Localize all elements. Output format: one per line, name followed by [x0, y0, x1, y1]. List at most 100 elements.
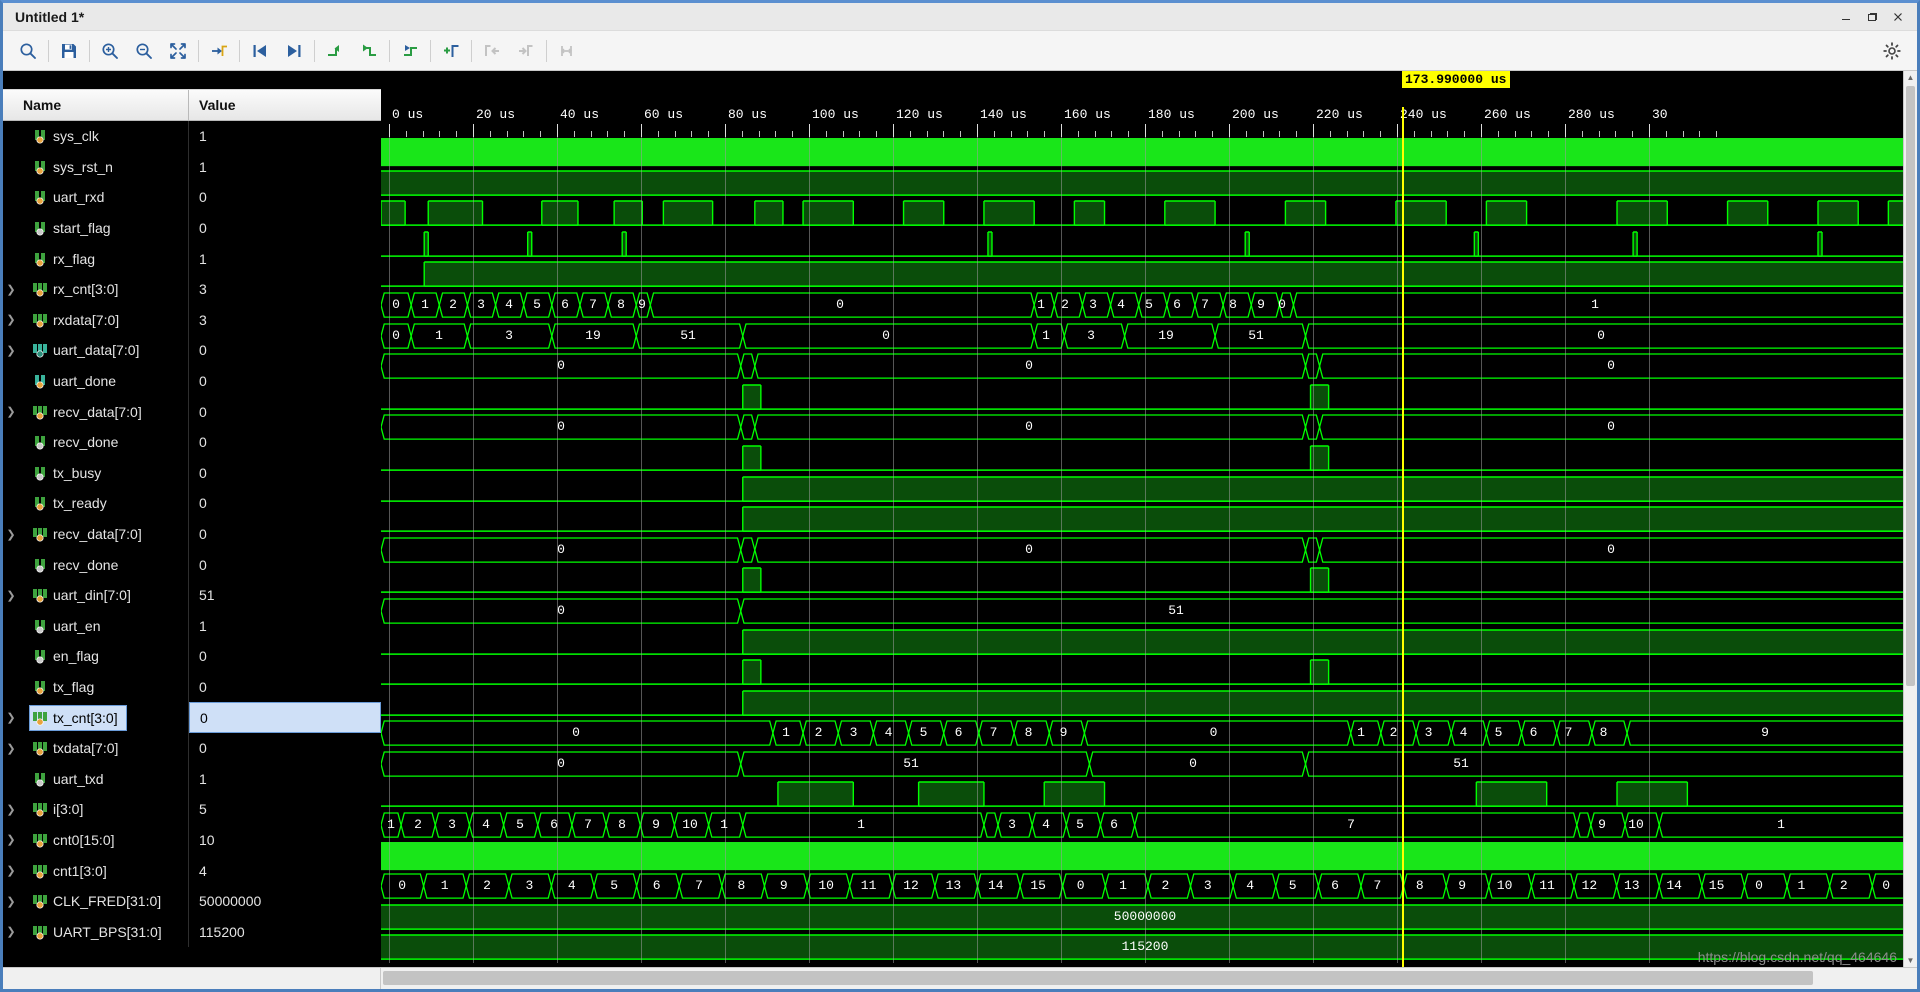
waveform-row[interactable]: 115200 — [381, 932, 1917, 964]
expand-chevron-icon[interactable]: ❯ — [3, 405, 19, 418]
waveform-row[interactable]: 0 0 0 — [381, 351, 1917, 382]
gear-icon[interactable] — [1875, 35, 1909, 67]
signal-row[interactable]: ❯ recv_data[7:0] 0 — [3, 518, 381, 550]
signal-name-chip[interactable]: uart_data[7:0] — [29, 337, 148, 363]
signal-name-cell[interactable]: ❯ uart_rxd — [3, 182, 189, 213]
waveform-row[interactable] — [381, 442, 1917, 474]
signal-row[interactable]: ❯ cnt0[15:0] 10 — [3, 824, 381, 856]
vertical-scroll-thumb[interactable] — [1906, 86, 1915, 686]
signal-name-cell[interactable]: ❯ rxdata[7:0] — [3, 304, 189, 336]
waveform-row[interactable] — [381, 626, 1917, 658]
signal-name-chip[interactable]: CLK_FRED[31:0] — [29, 888, 170, 914]
signal-name-chip[interactable]: rxdata[7:0] — [29, 307, 128, 333]
signal-name-cell[interactable]: ❯ tx_ready — [3, 488, 189, 519]
signal-name-chip[interactable]: tx_busy — [29, 460, 110, 486]
waveform-row[interactable] — [381, 565, 1917, 596]
signal-row[interactable]: ❯ CLK_FRED[31:0] 50000000 — [3, 885, 381, 917]
signal-name-chip[interactable]: uart_en — [29, 613, 109, 639]
signal-row[interactable]: ❯ tx_cnt[3:0] 0 — [3, 702, 381, 733]
waveform-panel[interactable]: 173.990000 us 0 us 20 us 40 us 60 us 80 us 10… — [381, 71, 1917, 967]
signal-name-cell[interactable]: ❯ rx_cnt[3:0] — [3, 273, 189, 305]
waveform-row[interactable] — [381, 473, 1917, 505]
signal-name-chip[interactable]: txdata[7:0] — [29, 735, 127, 761]
restore-button[interactable] — [1859, 6, 1885, 28]
signal-row[interactable]: ❯ rx_cnt[3:0] 3 — [3, 273, 381, 305]
signal-name-cell[interactable]: ❯ CLK_FRED[31:0] — [3, 885, 189, 917]
signal-name-chip[interactable]: rx_cnt[3:0] — [29, 276, 127, 302]
expand-chevron-icon[interactable]: ❯ — [3, 833, 19, 846]
signal-row[interactable]: ❯ en_flag 0 — [3, 641, 381, 672]
column-header-name[interactable]: Name — [3, 90, 189, 120]
waveform-row[interactable] — [381, 687, 1917, 719]
signal-name-cell[interactable]: ❯ sys_clk — [3, 121, 189, 152]
signal-name-cell[interactable]: ❯ uart_data[7:0] — [3, 335, 189, 366]
signal-row[interactable]: ❯ sys_clk 1 — [3, 121, 381, 152]
signal-row[interactable]: ❯ txdata[7:0] 0 — [3, 732, 381, 764]
waveform-row[interactable] — [381, 228, 1917, 260]
signal-name-chip[interactable]: uart_txd — [29, 766, 113, 792]
signal-name-cell[interactable]: ❯ recv_done — [3, 426, 189, 458]
goto-time-icon[interactable] — [202, 35, 236, 67]
signal-row[interactable]: ❯ sys_rst_n 1 — [3, 151, 381, 183]
signal-row[interactable]: ❯ rxdata[7:0] 3 — [3, 304, 381, 336]
add-marker-left-icon[interactable] — [318, 35, 352, 67]
signal-name-chip[interactable]: tx_ready — [29, 490, 116, 516]
signal-row[interactable]: ❯ UART_BPS[31:0] 115200 — [3, 916, 381, 948]
waveform-row[interactable]: 0 1 2 3 4 5 6 7 8 9 10 11 12 13 14 15 0 1 2 3 4 5 6 7 8 9 10 11 12 13… — [381, 871, 1917, 902]
waveform-row[interactable]: 0 1 3 19 51 0 1 3 19 51 0 — [381, 320, 1917, 352]
signal-name-cell[interactable]: ❯ txdata[7:0] — [3, 732, 189, 764]
signal-name-cell[interactable]: ❯ cnt1[3:0] — [3, 855, 189, 886]
signal-name-cell[interactable]: ❯ sys_rst_n — [3, 151, 189, 183]
signal-row[interactable]: ❯ tx_flag 0 — [3, 671, 381, 703]
signal-row[interactable]: ❯ uart_data[7:0] 0 — [3, 335, 381, 366]
signal-name-cell[interactable]: ❯ tx_flag — [3, 671, 189, 703]
signal-name-cell[interactable]: ❯ recv_data[7:0] — [3, 518, 189, 550]
signal-name-cell[interactable]: ❯ cnt0[15:0] — [3, 824, 189, 856]
signal-row[interactable]: ❯ uart_done 0 — [3, 365, 381, 397]
waveform-row[interactable]: 50000000 — [381, 901, 1917, 933]
signal-row[interactable]: ❯ uart_rxd 0 — [3, 182, 381, 213]
signal-name-cell[interactable]: ❯ start_flag — [3, 212, 189, 244]
move-marker-icon[interactable] — [393, 35, 427, 67]
signal-name-cell[interactable]: ❯ uart_done — [3, 365, 189, 397]
waveform-row[interactable] — [381, 657, 1917, 688]
minimize-button[interactable] — [1833, 6, 1859, 28]
signal-row[interactable]: ❯ uart_en 1 — [3, 610, 381, 642]
time-ruler[interactable]: 0 us 20 us 40 us 60 us 80 us 100 us 120 us 140 … — [381, 107, 1917, 137]
signal-name-chip[interactable]: uart_done — [29, 368, 125, 394]
scroll-up-arrow[interactable]: ▲ — [1904, 71, 1917, 84]
zoom-in-icon[interactable] — [93, 35, 127, 67]
signal-name-cell[interactable]: ❯ en_flag — [3, 641, 189, 672]
cursor-line[interactable] — [1402, 107, 1404, 967]
signal-name-chip[interactable]: cnt0[15:0] — [29, 827, 124, 853]
signal-name-chip[interactable]: uart_rxd — [29, 184, 113, 210]
waveform-row[interactable]: 1 2 3 4 5 6 7 8 9 10 1 1 3 4 5 6 7 9 10 1 — [381, 810, 1917, 841]
column-header-value[interactable]: Value — [189, 90, 381, 120]
waveform-row[interactable] — [381, 381, 1917, 413]
waveform-row[interactable] — [381, 167, 1917, 199]
signal-name-chip[interactable]: recv_done — [29, 552, 127, 578]
waveform-row[interactable]: 0 0 0 — [381, 534, 1917, 566]
close-button[interactable] — [1885, 6, 1911, 28]
signal-name-chip[interactable]: recv_data[7:0] — [29, 521, 151, 547]
add-marker-icon[interactable] — [434, 35, 468, 67]
waveform-row[interactable]: 0123456789012345678901 — [381, 289, 1917, 321]
zoom-out-icon[interactable] — [127, 35, 161, 67]
waveform-row[interactable] — [381, 259, 1917, 290]
zoom-fit-icon[interactable] — [161, 35, 195, 67]
signal-name-cell[interactable]: ❯ recv_done — [3, 549, 189, 580]
signal-row[interactable]: ❯ recv_done 0 — [3, 549, 381, 580]
signal-name-chip[interactable]: uart_din[7:0] — [29, 582, 140, 608]
previous-transition-icon[interactable] — [243, 35, 277, 67]
save-icon[interactable] — [52, 35, 86, 67]
signal-name-cell[interactable]: ❯ tx_cnt[3:0] — [3, 702, 189, 733]
signal-name-chip[interactable]: sys_rst_n — [29, 154, 122, 180]
expand-chevron-icon[interactable]: ❯ — [3, 344, 19, 357]
signal-name-cell[interactable]: ❯ i[3:0] — [3, 794, 189, 825]
waveform-row[interactable] — [381, 840, 1917, 872]
signal-row[interactable]: ❯ recv_done 0 — [3, 426, 381, 458]
expand-chevron-icon[interactable]: ❯ — [3, 895, 19, 908]
signal-name-chip[interactable]: recv_data[7:0] — [29, 399, 151, 425]
add-marker-right-icon[interactable] — [352, 35, 386, 67]
expand-chevron-icon[interactable]: ❯ — [3, 864, 19, 877]
